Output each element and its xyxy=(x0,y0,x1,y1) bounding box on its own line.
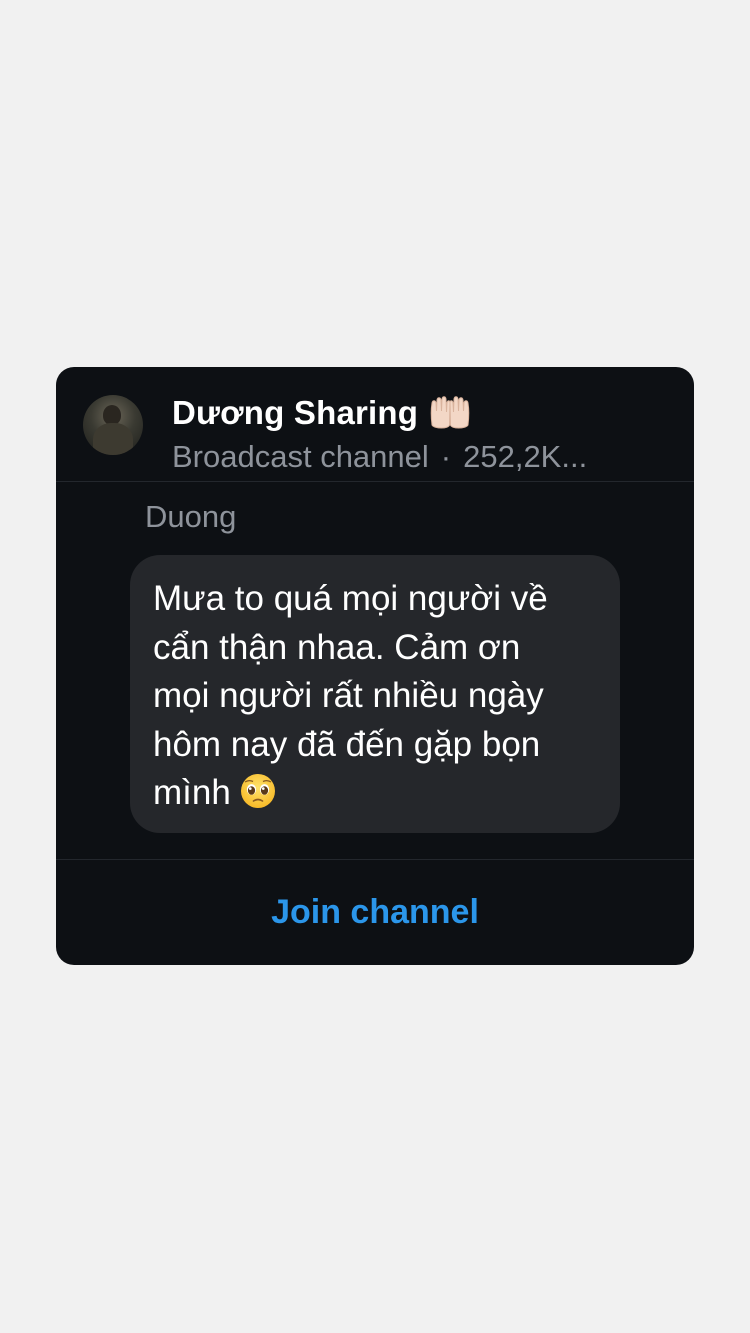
raised-palms-icon xyxy=(428,395,472,431)
channel-preview-card: Dương Sharing Broadcast channel · 252,2K..… xyxy=(56,367,694,965)
channel-type-label: Broadcast channel xyxy=(172,439,429,474)
channel-title-row: Dương Sharing xyxy=(172,391,472,435)
channel-avatar[interactable] xyxy=(83,395,143,455)
subtitle-separator: · xyxy=(440,439,452,474)
message-bubble: Mưa to quá mọi người về cẩn thận nhaa. C… xyxy=(130,555,620,833)
avatar-head-shape xyxy=(103,405,121,425)
follower-count: 252,2K... xyxy=(463,439,588,474)
channel-name: Dương Sharing xyxy=(172,394,419,431)
message-text: Mưa to quá mọi người về cẩn thận nhaa. C… xyxy=(153,575,603,818)
channel-header[interactable]: Dương Sharing Broadcast channel · 252,2K..… xyxy=(56,367,694,482)
message-line: mọi người rất nhiều ngày xyxy=(153,676,544,715)
message-line: cẩn thận nhaa. Cảm ơn xyxy=(153,627,521,667)
message-line: mình xyxy=(153,773,231,812)
message-line: Mưa to quá mọi người về xyxy=(153,579,548,618)
channel-subtitle: Broadcast channel · 252,2K... xyxy=(172,439,587,475)
message-last-line: mình xyxy=(153,769,603,818)
avatar-body-shape xyxy=(93,423,133,455)
pleading-face-icon xyxy=(239,772,277,810)
message-line: hôm nay đã đến gặp bọn xyxy=(153,724,541,764)
join-channel-button[interactable]: Join channel xyxy=(56,860,694,965)
message-sender: Duong xyxy=(145,499,237,534)
